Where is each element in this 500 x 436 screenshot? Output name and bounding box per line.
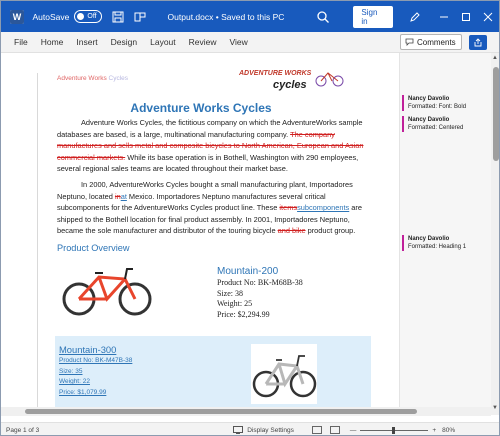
web-layout-icon[interactable] (329, 426, 340, 434)
save-icon[interactable] (112, 11, 124, 23)
close-icon[interactable] (479, 7, 497, 27)
tab-home[interactable]: Home (41, 37, 64, 47)
document-title: Output.docx • Saved to this PC (167, 11, 285, 22)
product-mountain-200: Mountain-200 Product No: BK-M68B-38 Size… (217, 265, 303, 320)
pen-icon[interactable] (409, 11, 421, 23)
scroll-down-icon[interactable]: ▼ (492, 405, 498, 411)
svg-text:cycles: cycles (273, 79, 307, 91)
search-icon[interactable] (316, 10, 330, 24)
share-button[interactable] (469, 35, 487, 50)
title-bar: W AutoSave Off Output.docx • Saved to th… (1, 1, 499, 32)
vertical-scrollbar[interactable]: ▲ ▼ (491, 53, 499, 415)
zoom-out-button[interactable]: — (350, 427, 357, 434)
comments-label: Comments (417, 37, 456, 47)
product-size[interactable]: Size: 35 (59, 367, 132, 378)
display-settings-icon[interactable] (233, 426, 244, 434)
page-count[interactable]: Page 1 of 3 (6, 427, 39, 434)
revision-balloon[interactable]: Nancy Davolio Formatted: Centered (402, 116, 490, 132)
header-text: Adventure Works Cycles (57, 75, 129, 82)
minimize-icon[interactable] (435, 7, 453, 27)
revision-balloon[interactable]: Nancy Davolio Formatted: Font: Bold (402, 95, 490, 111)
paragraph-1: Adventure Works Cycles, the fictitious c… (57, 118, 364, 174)
vertical-scroll-thumb[interactable] (493, 67, 499, 161)
product-price[interactable]: Price: $1,079.99 (59, 388, 132, 399)
svg-text:ADVENTURE WORKS: ADVENTURE WORKS (238, 70, 312, 77)
tab-review[interactable]: Review (189, 37, 217, 47)
status-bar: Page 1 of 3 Display Settings — + 80% (1, 422, 499, 435)
sign-in-button[interactable]: Sign in (353, 5, 393, 28)
word-window: W AutoSave Off Output.docx • Saved to th… (0, 0, 500, 436)
product-name[interactable]: Mountain-300 (59, 344, 132, 356)
ribbon-tabs: File Home Insert Design Layout Review Vi… (1, 32, 499, 53)
revision-balloon[interactable]: Nancy Davolio Formatted: Heading 1 (402, 235, 490, 251)
product-number: Product No: BK-M68B-38 (217, 278, 303, 287)
tab-file[interactable]: File (14, 37, 28, 47)
autosave-toggle[interactable]: Off (74, 10, 102, 23)
product-weight: Weight: 25 (217, 299, 253, 308)
product-size: Size: 38 (217, 288, 243, 298)
zoom-slider-thumb[interactable] (392, 426, 396, 434)
document-page[interactable]: Adventure Works Cycles ADVENTURE WORKS c… (19, 53, 383, 415)
horizontal-scrollbar[interactable] (1, 407, 491, 416)
comments-button[interactable]: Comments (400, 34, 462, 50)
scroll-up-icon[interactable]: ▲ (492, 55, 498, 61)
product-mountain-300-box: Mountain-300 Product No: BK-M47B-38 Size… (55, 336, 371, 415)
layout-icon[interactable] (134, 11, 146, 23)
section-heading: Product Overview (57, 243, 130, 253)
tab-layout[interactable]: Layout (150, 37, 176, 47)
zoom-level[interactable]: 80% (442, 427, 455, 434)
silver-bike-image (251, 344, 317, 404)
product-mountain-300: Mountain-300 Product No: BK-M47B-38 Size… (59, 344, 132, 398)
autosave-state: Off (87, 13, 97, 20)
tab-design[interactable]: Design (111, 37, 137, 47)
tab-view[interactable]: View (230, 37, 248, 47)
margin-line (37, 73, 38, 415)
product-weight[interactable]: Weight: 22 (59, 377, 132, 388)
autosave-label: AutoSave (32, 11, 70, 22)
maximize-icon[interactable] (457, 7, 475, 27)
document-canvas[interactable]: Adventure Works Cycles ADVENTURE WORKS c… (1, 53, 491, 415)
tab-insert[interactable]: Insert (76, 37, 97, 47)
word-app-icon: W (10, 9, 24, 24)
red-bike-image (62, 268, 152, 316)
adventure-works-logo: ADVENTURE WORKS cycles (238, 70, 344, 91)
comment-icon (405, 38, 414, 46)
display-settings-label[interactable]: Display Settings (247, 427, 294, 434)
product-name: Mountain-200 (217, 266, 279, 277)
document-title-heading: Adventure Works Cycles (130, 101, 272, 115)
zoom-in-button[interactable]: + (432, 427, 436, 434)
horizontal-scroll-thumb[interactable] (25, 409, 417, 414)
product-number[interactable]: Product No: BK-M47B-38 (59, 356, 132, 367)
toggle-knob (77, 13, 85, 20)
zoom-slider[interactable] (360, 426, 429, 434)
share-icon (474, 38, 482, 47)
paragraph-2: In 2000, AdventureWorks Cycles bought a … (57, 180, 362, 236)
print-layout-icon[interactable] (311, 426, 322, 434)
product-price: Price: $2,294.99 (217, 309, 270, 319)
markup-pane: Nancy Davolio Formatted: Font: Bold Nancy… (399, 53, 491, 415)
